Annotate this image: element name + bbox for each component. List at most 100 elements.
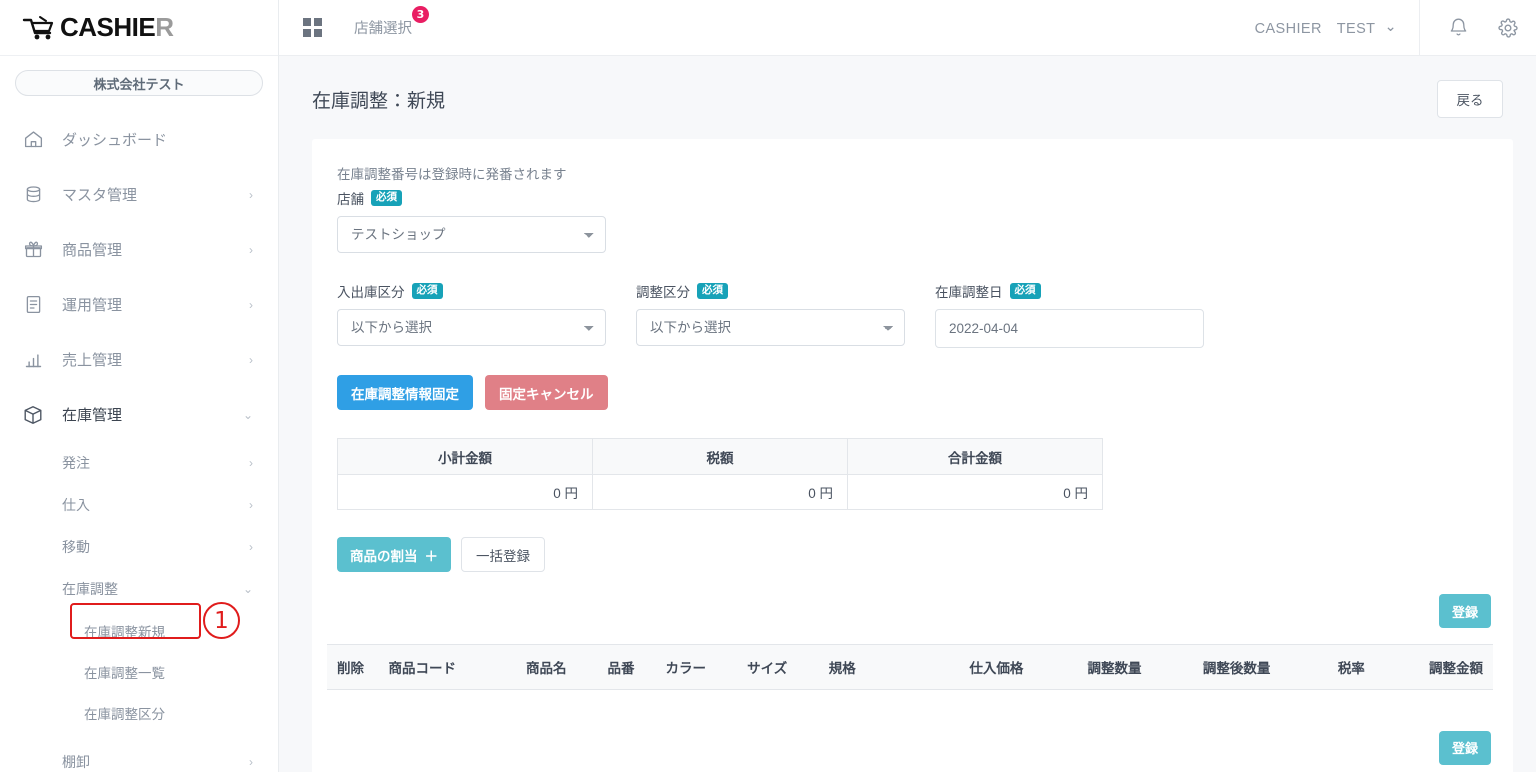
required-badge: 必須 (371, 190, 402, 206)
home-icon (20, 127, 46, 153)
grid-cell (303, 18, 311, 26)
chevron-down-icon: ⌄ (242, 582, 253, 596)
chevron-down-icon: ⌄ (1384, 19, 1397, 36)
column-header-spec: 規格 (818, 644, 896, 690)
register-button-bottom[interactable]: 登録 (1439, 730, 1491, 765)
chevron-right-icon: › (249, 755, 253, 769)
page-title: 在庫調整：新規 (312, 90, 446, 112)
clipboard-icon (20, 292, 46, 318)
product-grid-body (327, 690, 1493, 716)
sidebar-item-label: ダッシュボード (62, 132, 168, 149)
sidebar-item-order[interactable]: 発注 › (0, 442, 278, 484)
sidebar-item-label: 運用管理 (62, 297, 123, 314)
sidebar-item-label: 棚卸 (62, 754, 90, 770)
store-count-badge: 3 (412, 6, 429, 23)
chevron-right-icon: › (249, 456, 253, 470)
sidebar-item-purchase[interactable]: 仕入 › (0, 484, 278, 526)
form-hint: 在庫調整番号は登録時に発番されます (337, 167, 567, 182)
store-label-text: 店舗 (337, 192, 364, 207)
chevron-right-icon: › (249, 242, 253, 257)
sidebar-item-stocktaking[interactable]: 棚卸 › (0, 741, 278, 772)
sidebar-item-label: 在庫調整新規 (84, 624, 165, 640)
chevron-right-icon: › (249, 352, 253, 367)
sidebar-nav: ダッシュボード マスタ管理 › 商品管理 › 運用管理 › 売上管理 › 在庫管… (0, 106, 278, 772)
sidebar-item-sales[interactable]: 売上管理 › (0, 332, 278, 387)
date-field: 在庫調整日 必須 (935, 281, 1204, 348)
assign-product-button[interactable]: 商品の割当 ＋ (337, 537, 451, 572)
column-header-after-qty: 調整後数量 (1151, 644, 1281, 690)
header-icons (1420, 17, 1519, 39)
required-badge: 必須 (411, 283, 443, 299)
sidebar-item-dashboard[interactable]: ダッシュボード (0, 112, 278, 167)
table-header-row: 削除 商品コード 商品名 品番 カラー サイズ 規格 仕入価格 調整数量 調整後… (327, 644, 1493, 690)
company-name: 株式会社テスト (93, 76, 185, 92)
form-action-buttons: 在庫調整情報固定 固定キャンセル (337, 375, 1493, 410)
grid-cell (303, 29, 311, 37)
sidebar-item-master[interactable]: マスタ管理 › (0, 167, 278, 222)
store-field-label: 店舗 必須 (337, 188, 1493, 208)
store-select-label: 店舗選択 (354, 21, 412, 37)
sidebar-item-stock-adjustment-list[interactable]: 在庫調整一覧 (0, 651, 278, 692)
adjust-label-text: 調整区分 (636, 285, 690, 300)
gear-icon[interactable] (1497, 17, 1519, 39)
column-header-tax-rate: 税率 (1280, 644, 1375, 690)
sidebar-item-label: 発注 (62, 455, 90, 471)
chevron-down-icon: ⌄ (242, 407, 253, 422)
register-button-top[interactable]: 登録 (1439, 594, 1491, 628)
sidebar-item-label: 商品管理 (62, 242, 123, 259)
apps-grid-icon[interactable] (303, 18, 322, 37)
adjustment-date-input[interactable] (935, 309, 1204, 348)
grid-cell (314, 18, 322, 26)
cancel-fix-button[interactable]: 固定キャンセル (485, 375, 608, 410)
sidebar-item-label: マスタ管理 (62, 187, 138, 204)
column-header-color: カラー (655, 644, 738, 690)
empty-cell (327, 690, 1493, 716)
chevron-right-icon: › (249, 297, 253, 312)
grid-cell (314, 29, 322, 37)
chevron-right-icon: › (249, 187, 253, 202)
brand-logo[interactable]: CASHIER (0, 0, 278, 56)
sidebar: CASHIER 株式会社テスト ダッシュボード マスタ管理 › 商品管理 › 運… (0, 0, 279, 772)
form-card: 在庫調整番号は登録時に発番されます 店舗 必須 テストショップ 入出庫区分 必須 (312, 139, 1513, 772)
adjust-select-dropdown[interactable]: 以下から選択 (636, 309, 905, 346)
back-button[interactable]: 戻る (1437, 80, 1503, 118)
sidebar-item-stock-adjustment-category[interactable]: 在庫調整区分 (0, 692, 278, 733)
bulk-register-button[interactable]: 一括登録 (461, 537, 545, 572)
user-menu[interactable]: CASHIER TEST ⌄ (1255, 17, 1419, 38)
app-root: CASHIER 株式会社テスト ダッシュボード マスタ管理 › 商品管理 › 運… (0, 0, 1536, 772)
sidebar-item-stock-adjustment[interactable]: 在庫調整 ⌄ (0, 568, 278, 610)
amount-summary-table: 小計金額 税額 合計金額 0 円 0 円 0 円 (337, 438, 1103, 510)
sidebar-item-stock-adjustment-new[interactable]: 在庫調整新規 (0, 610, 278, 651)
shopping-cart-icon (22, 15, 56, 41)
bell-icon[interactable] (1448, 17, 1469, 38)
required-badge: 必須 (697, 283, 728, 299)
sidebar-item-inventory[interactable]: 在庫管理 ⌄ (0, 387, 278, 442)
column-header-adjust-qty: 調整数量 (1033, 644, 1152, 690)
chevron-right-icon: › (249, 540, 253, 554)
column-header-delete: 削除 (327, 644, 379, 690)
gift-icon (20, 237, 46, 263)
column-header-product-code: 商品コード (378, 644, 516, 690)
register-row-bottom: 登録 (327, 730, 1493, 765)
form-row-3col: 入出庫区分 必須 以下から選択 調整区分 必須 以下から選択 在庫調整日 必須 … (327, 281, 1493, 348)
company-chip[interactable]: 株式会社テスト (15, 70, 263, 96)
cell-subtotal: 0 円 (337, 474, 593, 510)
column-header-product-name: 商品名 (515, 644, 598, 690)
inout-field-label: 入出庫区分 必須 (337, 281, 606, 301)
table-row: 0 円 0 円 0 円 (337, 474, 1103, 510)
inout-field: 入出庫区分 必須 以下から選択 (337, 281, 606, 348)
store-select-dropdown[interactable]: テストショップ (337, 216, 606, 253)
sidebar-item-transfer[interactable]: 移動 › (0, 526, 278, 568)
date-label-text: 在庫調整日 (935, 285, 1003, 300)
box-icon (20, 402, 46, 428)
table-empty-row (327, 690, 1493, 716)
sidebar-item-operation[interactable]: 運用管理 › (0, 277, 278, 332)
store-select-button[interactable]: 店舗選択 3 (354, 6, 429, 38)
fix-info-button[interactable]: 在庫調整情報固定 (337, 375, 473, 410)
column-header-cost-price: 仕入価格 (896, 644, 1034, 690)
column-header-item-number: 品番 (597, 644, 656, 690)
page-header: 在庫調整：新規 戻る (279, 56, 1536, 118)
inout-label-text: 入出庫区分 (337, 285, 405, 300)
sidebar-item-product[interactable]: 商品管理 › (0, 222, 278, 277)
inout-select-dropdown[interactable]: 以下から選択 (337, 309, 606, 346)
